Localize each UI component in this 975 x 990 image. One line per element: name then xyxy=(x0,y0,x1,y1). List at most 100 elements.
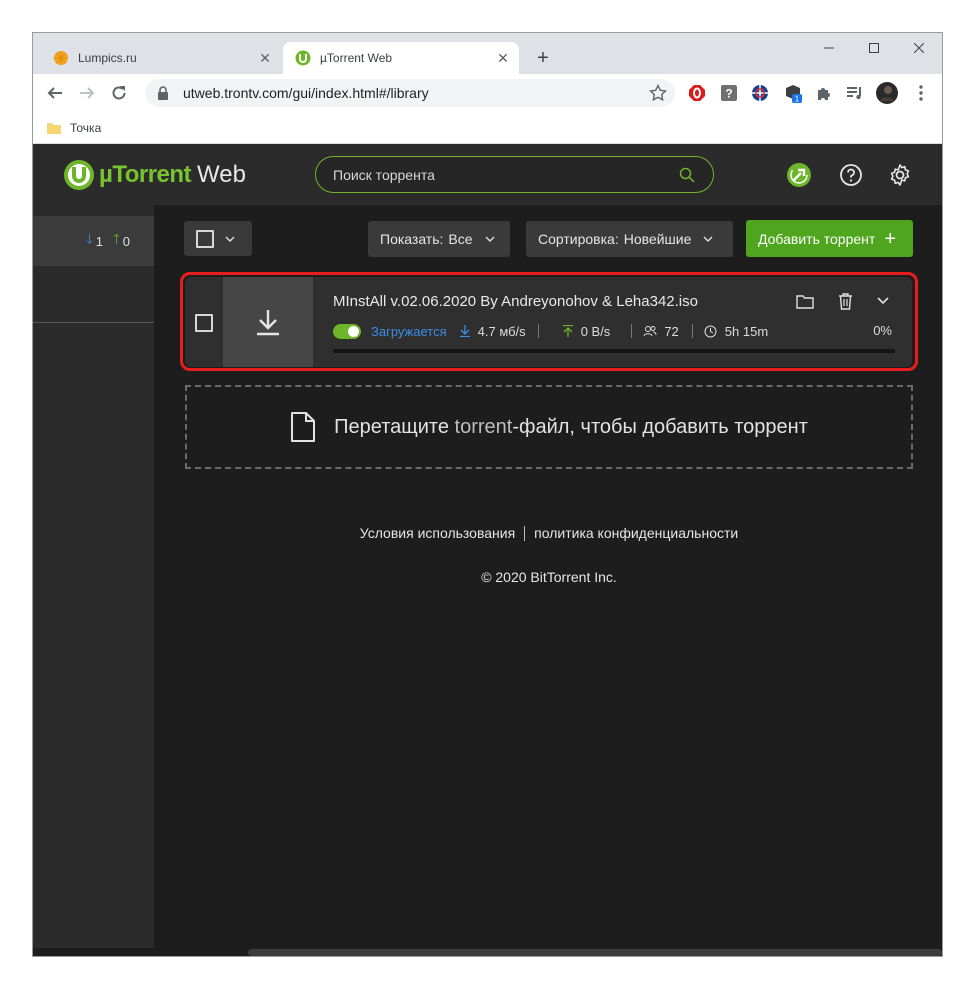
show-filter-dropdown[interactable]: Показать: Все xyxy=(368,221,510,257)
torrent-name[interactable]: MInstAll v.02.06.2020 By Andreyonohov & … xyxy=(333,293,698,310)
add-torrent-button[interactable]: Добавить торрент + xyxy=(746,220,913,257)
add-torrent-label: Добавить торрент xyxy=(758,230,876,247)
download-count: 1 xyxy=(95,233,103,249)
minimize-icon[interactable] xyxy=(806,33,852,63)
select-all-checkbox[interactable] xyxy=(196,229,214,248)
sort-value: Новейшие xyxy=(623,231,692,247)
sidebar-item-transfers[interactable]: 🡓 1 🡑 0 xyxy=(33,216,154,266)
chevron-down-icon xyxy=(485,236,495,242)
settings-gear-icon[interactable] xyxy=(887,162,913,188)
upload-arrow-icon: 🡑 xyxy=(113,231,120,246)
stat-separator xyxy=(537,324,539,338)
peers-icon xyxy=(643,324,657,338)
plus-icon: + xyxy=(884,227,896,250)
clock-icon xyxy=(704,324,718,338)
address-bar[interactable]: utweb.trontv.com/gui/index.html#/library xyxy=(145,79,675,107)
trash-icon[interactable] xyxy=(835,291,855,311)
forward-arrow-icon[interactable] xyxy=(73,79,101,107)
tab-utorrent[interactable]: µTorrent Web ✕ xyxy=(283,42,519,74)
drop-text-torrent: torrent xyxy=(454,415,513,438)
copyright: © 2020 BitTorrent Inc. xyxy=(481,569,617,585)
pause-resume-toggle[interactable] xyxy=(333,323,361,339)
chevron-down-icon xyxy=(225,236,235,242)
avatar[interactable] xyxy=(876,82,898,104)
reload-icon[interactable] xyxy=(105,79,133,107)
utorrent-favicon-icon xyxy=(295,50,311,66)
privacy-link[interactable]: политика конфиденциальности xyxy=(534,525,738,541)
drop-zone[interactable]: Перетащите torrent -файл, чтобы добавить… xyxy=(185,385,913,469)
torrent-thumbnail xyxy=(223,277,313,367)
torrent-search[interactable] xyxy=(315,156,714,193)
url-text: utweb.trontv.com/gui/index.html#/library xyxy=(183,85,429,101)
browser-toolbar: utweb.trontv.com/gui/index.html#/library… xyxy=(33,74,942,112)
select-all-dropdown[interactable] xyxy=(184,221,252,256)
torrent-row[interactable]: MInstAll v.02.06.2020 By Andreyonohov & … xyxy=(185,277,912,367)
tab-lumpics[interactable]: Lumpics.ru ✕ xyxy=(41,42,281,74)
globe-ext-icon[interactable] xyxy=(750,83,770,103)
chevron-down-icon xyxy=(703,236,713,242)
folder-icon xyxy=(47,123,61,134)
utorrent-logo-icon xyxy=(64,160,94,190)
upload-speed-icon xyxy=(561,324,575,338)
tab-title: Lumpics.ru xyxy=(78,51,137,65)
drop-text-prefix: Перетащите xyxy=(334,415,455,438)
sort-dropdown[interactable]: Сортировка: Новейшие xyxy=(526,221,733,257)
bookmark-label: Точка xyxy=(70,121,102,135)
download-icon xyxy=(257,310,279,336)
lock-icon xyxy=(158,86,168,100)
search-icon[interactable] xyxy=(679,167,695,183)
tab-title: µTorrent Web xyxy=(320,51,393,65)
footer-separator xyxy=(524,525,526,541)
puzzle-icon[interactable] xyxy=(814,83,834,103)
upload-speed: 0 B/s xyxy=(580,323,611,339)
chevron-down-icon[interactable] xyxy=(873,291,893,311)
terms-link[interactable]: Условия использования xyxy=(360,525,515,541)
orange-favicon-icon xyxy=(54,51,68,65)
torrent-progress-bar xyxy=(333,349,895,353)
show-value: Все xyxy=(448,231,473,247)
sort-label: Сортировка: xyxy=(538,231,619,247)
sidebar-divider xyxy=(33,322,154,323)
browser-window: Lumpics.ru ✕ µTorrent Web ✕ + utweb.tron… xyxy=(32,32,943,957)
back-arrow-icon[interactable] xyxy=(41,79,69,107)
footer-links: Условия использования политика конфиденц… xyxy=(154,525,942,541)
stat-separator xyxy=(691,324,693,338)
show-label: Показать: xyxy=(380,231,444,247)
maximize-icon[interactable] xyxy=(851,33,897,63)
brand-name: µTorrent xyxy=(99,161,192,188)
bookmark-item[interactable]: Точка xyxy=(47,119,101,137)
close-tab-icon[interactable]: ✕ xyxy=(257,50,273,66)
opera-adblock-icon[interactable] xyxy=(687,83,707,103)
brand-suffix: Web xyxy=(197,161,246,188)
torrent-stats: Загружается 4.7 мб/s 0 B/s 72 5h 15m xyxy=(333,321,768,341)
new-tab-button[interactable]: + xyxy=(531,46,555,70)
folder-icon[interactable] xyxy=(795,291,815,311)
download-speed: 4.7 мб/s xyxy=(477,323,526,339)
download-arrow-icon: 🡓 xyxy=(86,231,93,246)
search-input[interactable] xyxy=(333,166,679,183)
file-icon xyxy=(291,412,316,442)
main-content: Показать: Все Сортировка: Новейшие Добав… xyxy=(154,205,942,948)
help-ext-icon[interactable]: ? xyxy=(719,83,739,103)
drop-text-suffix: -файл, чтобы добавить торрент xyxy=(512,415,808,438)
bookmark-star-icon[interactable] xyxy=(649,84,667,102)
torrent-percent: 0% xyxy=(873,323,892,338)
remote-access-icon[interactable] xyxy=(786,162,812,188)
cube-ext-icon[interactable]: 1 xyxy=(783,83,803,103)
horizontal-scrollbar[interactable] xyxy=(248,949,942,956)
download-speed-icon xyxy=(458,324,472,338)
tab-strip: Lumpics.ru ✕ µTorrent Web ✕ + xyxy=(33,33,942,74)
help-icon[interactable] xyxy=(838,162,864,188)
torrent-status: Загружается xyxy=(371,323,447,339)
app-header: µTorrent Web xyxy=(33,144,942,205)
playlist-icon[interactable] xyxy=(845,83,865,103)
close-tab-icon[interactable]: ✕ xyxy=(495,50,511,66)
menu-icon[interactable] xyxy=(911,83,931,103)
upload-count: 0 xyxy=(122,233,130,249)
close-window-icon[interactable] xyxy=(896,33,942,63)
svg-text:?: ? xyxy=(725,87,732,101)
bookmarks-bar: Точка xyxy=(33,112,942,144)
extension-badge: 1 xyxy=(795,95,800,104)
utorrent-logo[interactable]: µTorrent Web xyxy=(63,159,246,191)
torrent-checkbox[interactable] xyxy=(195,314,213,332)
